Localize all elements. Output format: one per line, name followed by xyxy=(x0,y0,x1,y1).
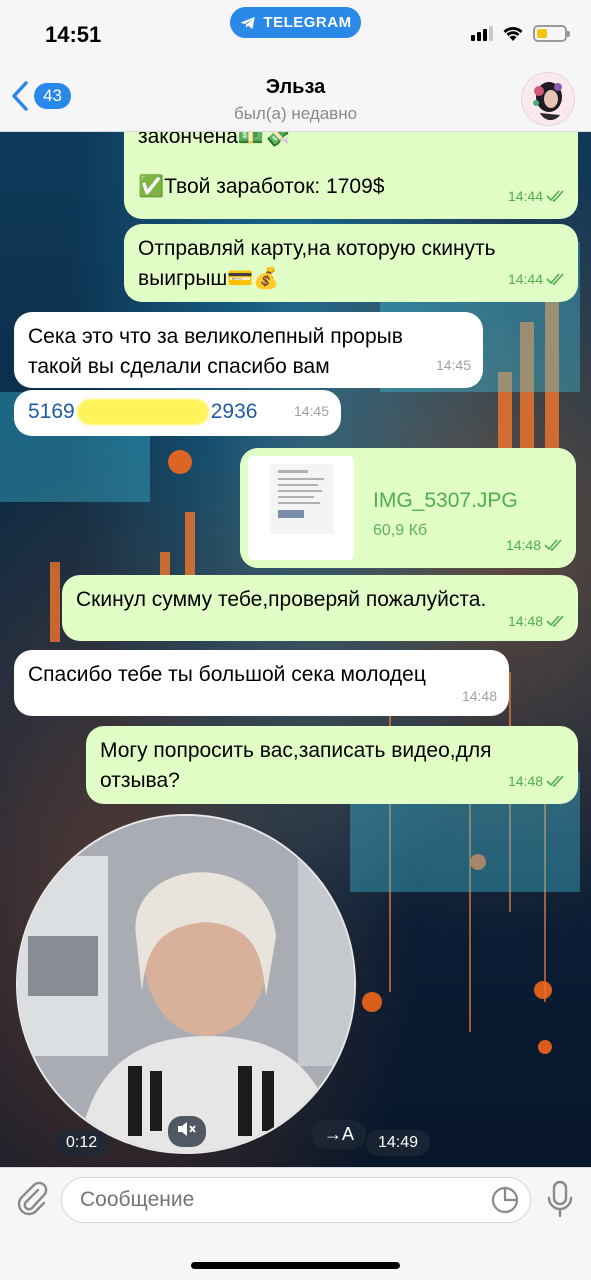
file-name[interactable]: IMG_5307.JPG xyxy=(373,486,518,516)
message-text: ✅Твой заработок: 1709$ xyxy=(138,175,385,198)
message-bubble-outgoing[interactable]: закончена💵💸 ✅Твой заработок: 1709$ 14:44 xyxy=(124,132,578,219)
file-size: 60,9 Кб xyxy=(373,522,428,539)
message-text: Отправляй карту,на которую скинуть выигр… xyxy=(138,237,496,290)
contact-name[interactable]: Эльза xyxy=(0,76,591,99)
translate-button[interactable]: →A xyxy=(312,1120,367,1149)
status-bar: 14:51 TELEGRAM xyxy=(0,0,591,62)
double-check-icon xyxy=(546,615,564,627)
message-meta: 14:48 xyxy=(508,766,566,796)
message-text: Могу попросить вас,записать видео,для от… xyxy=(100,739,492,792)
message-input[interactable] xyxy=(61,1177,531,1223)
message-time: 14:48 xyxy=(505,537,541,553)
speaker-muted-icon xyxy=(178,1122,196,1136)
message-meta: 14:48 xyxy=(508,606,566,636)
video-time: 14:49 xyxy=(366,1130,431,1156)
video-message[interactable] xyxy=(16,814,356,1154)
signal-icon xyxy=(471,25,493,41)
status-time: 14:51 xyxy=(45,22,102,47)
message-time: 14:48 xyxy=(507,613,543,629)
redaction-mark xyxy=(76,399,209,426)
message-time: 14:44 xyxy=(507,188,543,204)
message-time: 14:45 xyxy=(293,403,329,419)
message-meta: 14:44 xyxy=(508,264,566,294)
avatar[interactable] xyxy=(521,72,575,126)
card-number-start[interactable]: 5169 xyxy=(28,400,75,423)
paperclip-icon[interactable] xyxy=(14,1180,50,1216)
message-bubble-incoming[interactable]: 5169 2936 14:45 xyxy=(14,390,341,436)
message-time: 14:44 xyxy=(507,271,543,287)
sticker-icon[interactable] xyxy=(490,1185,520,1215)
input-bar xyxy=(0,1167,591,1280)
video-duration: 0:12 xyxy=(54,1130,110,1156)
message-time: 14:48 xyxy=(461,688,497,704)
avatar-image xyxy=(522,73,574,125)
double-check-icon xyxy=(546,190,564,202)
message-text: закончена💵💸 xyxy=(138,132,291,148)
video-mute-button[interactable] xyxy=(168,1116,206,1147)
wifi-icon xyxy=(503,27,523,41)
chat-header: 43 Эльза был(а) недавно xyxy=(0,62,591,132)
telegram-icon xyxy=(240,16,256,29)
message-time: 14:48 xyxy=(507,773,543,789)
double-check-icon xyxy=(546,273,564,285)
message-meta: 14:45 xyxy=(294,396,329,426)
home-indicator[interactable] xyxy=(191,1262,400,1269)
chat-area[interactable]: закончена💵💸 ✅Твой заработок: 1709$ 14:44… xyxy=(0,132,591,1167)
message-meta: 14:48 xyxy=(462,681,497,711)
message-bubble-incoming[interactable]: Спасибо тебе ты большой сека молодец 14:… xyxy=(14,650,509,716)
message-text: Скинул сумму тебе,проверяй пожалуйста. xyxy=(76,588,487,611)
telegram-pill[interactable]: TELEGRAM xyxy=(230,7,361,38)
message-bubble-outgoing[interactable]: Могу попросить вас,записать видео,для от… xyxy=(86,726,578,804)
message-text: Спасибо тебе ты большой сека молодец xyxy=(28,663,426,686)
microphone-icon[interactable] xyxy=(546,1180,574,1218)
message-time: 14:45 xyxy=(435,357,471,373)
system-icons xyxy=(471,24,570,42)
video-message-frame xyxy=(18,816,354,1152)
double-check-icon xyxy=(544,539,562,551)
telegram-pill-label: TELEGRAM xyxy=(263,14,352,31)
contact-status: был(а) недавно xyxy=(233,104,358,123)
message-meta: 14:44 xyxy=(508,181,566,211)
file-thumbnail[interactable] xyxy=(248,456,354,560)
message-meta: 14:48 xyxy=(506,530,564,560)
battery-icon xyxy=(533,24,570,42)
double-check-icon xyxy=(546,775,564,787)
message-bubble-file[interactable]: IMG_5307.JPG 60,9 Кб 14:48 xyxy=(240,448,576,568)
message-text: Сека это что за великолепный прорыв тако… xyxy=(28,325,403,378)
message-bubble-incoming[interactable]: Сека это что за великолепный прорыв тако… xyxy=(14,312,483,388)
document-thumbnail-image xyxy=(248,456,354,560)
message-bubble-outgoing[interactable]: Отправляй карту,на которую скинуть выигр… xyxy=(124,224,578,302)
message-meta: 14:45 xyxy=(436,350,471,380)
card-number-end[interactable]: 2936 xyxy=(211,400,258,423)
message-bubble-outgoing[interactable]: Скинул сумму тебе,проверяй пожалуйста. 1… xyxy=(62,575,578,641)
